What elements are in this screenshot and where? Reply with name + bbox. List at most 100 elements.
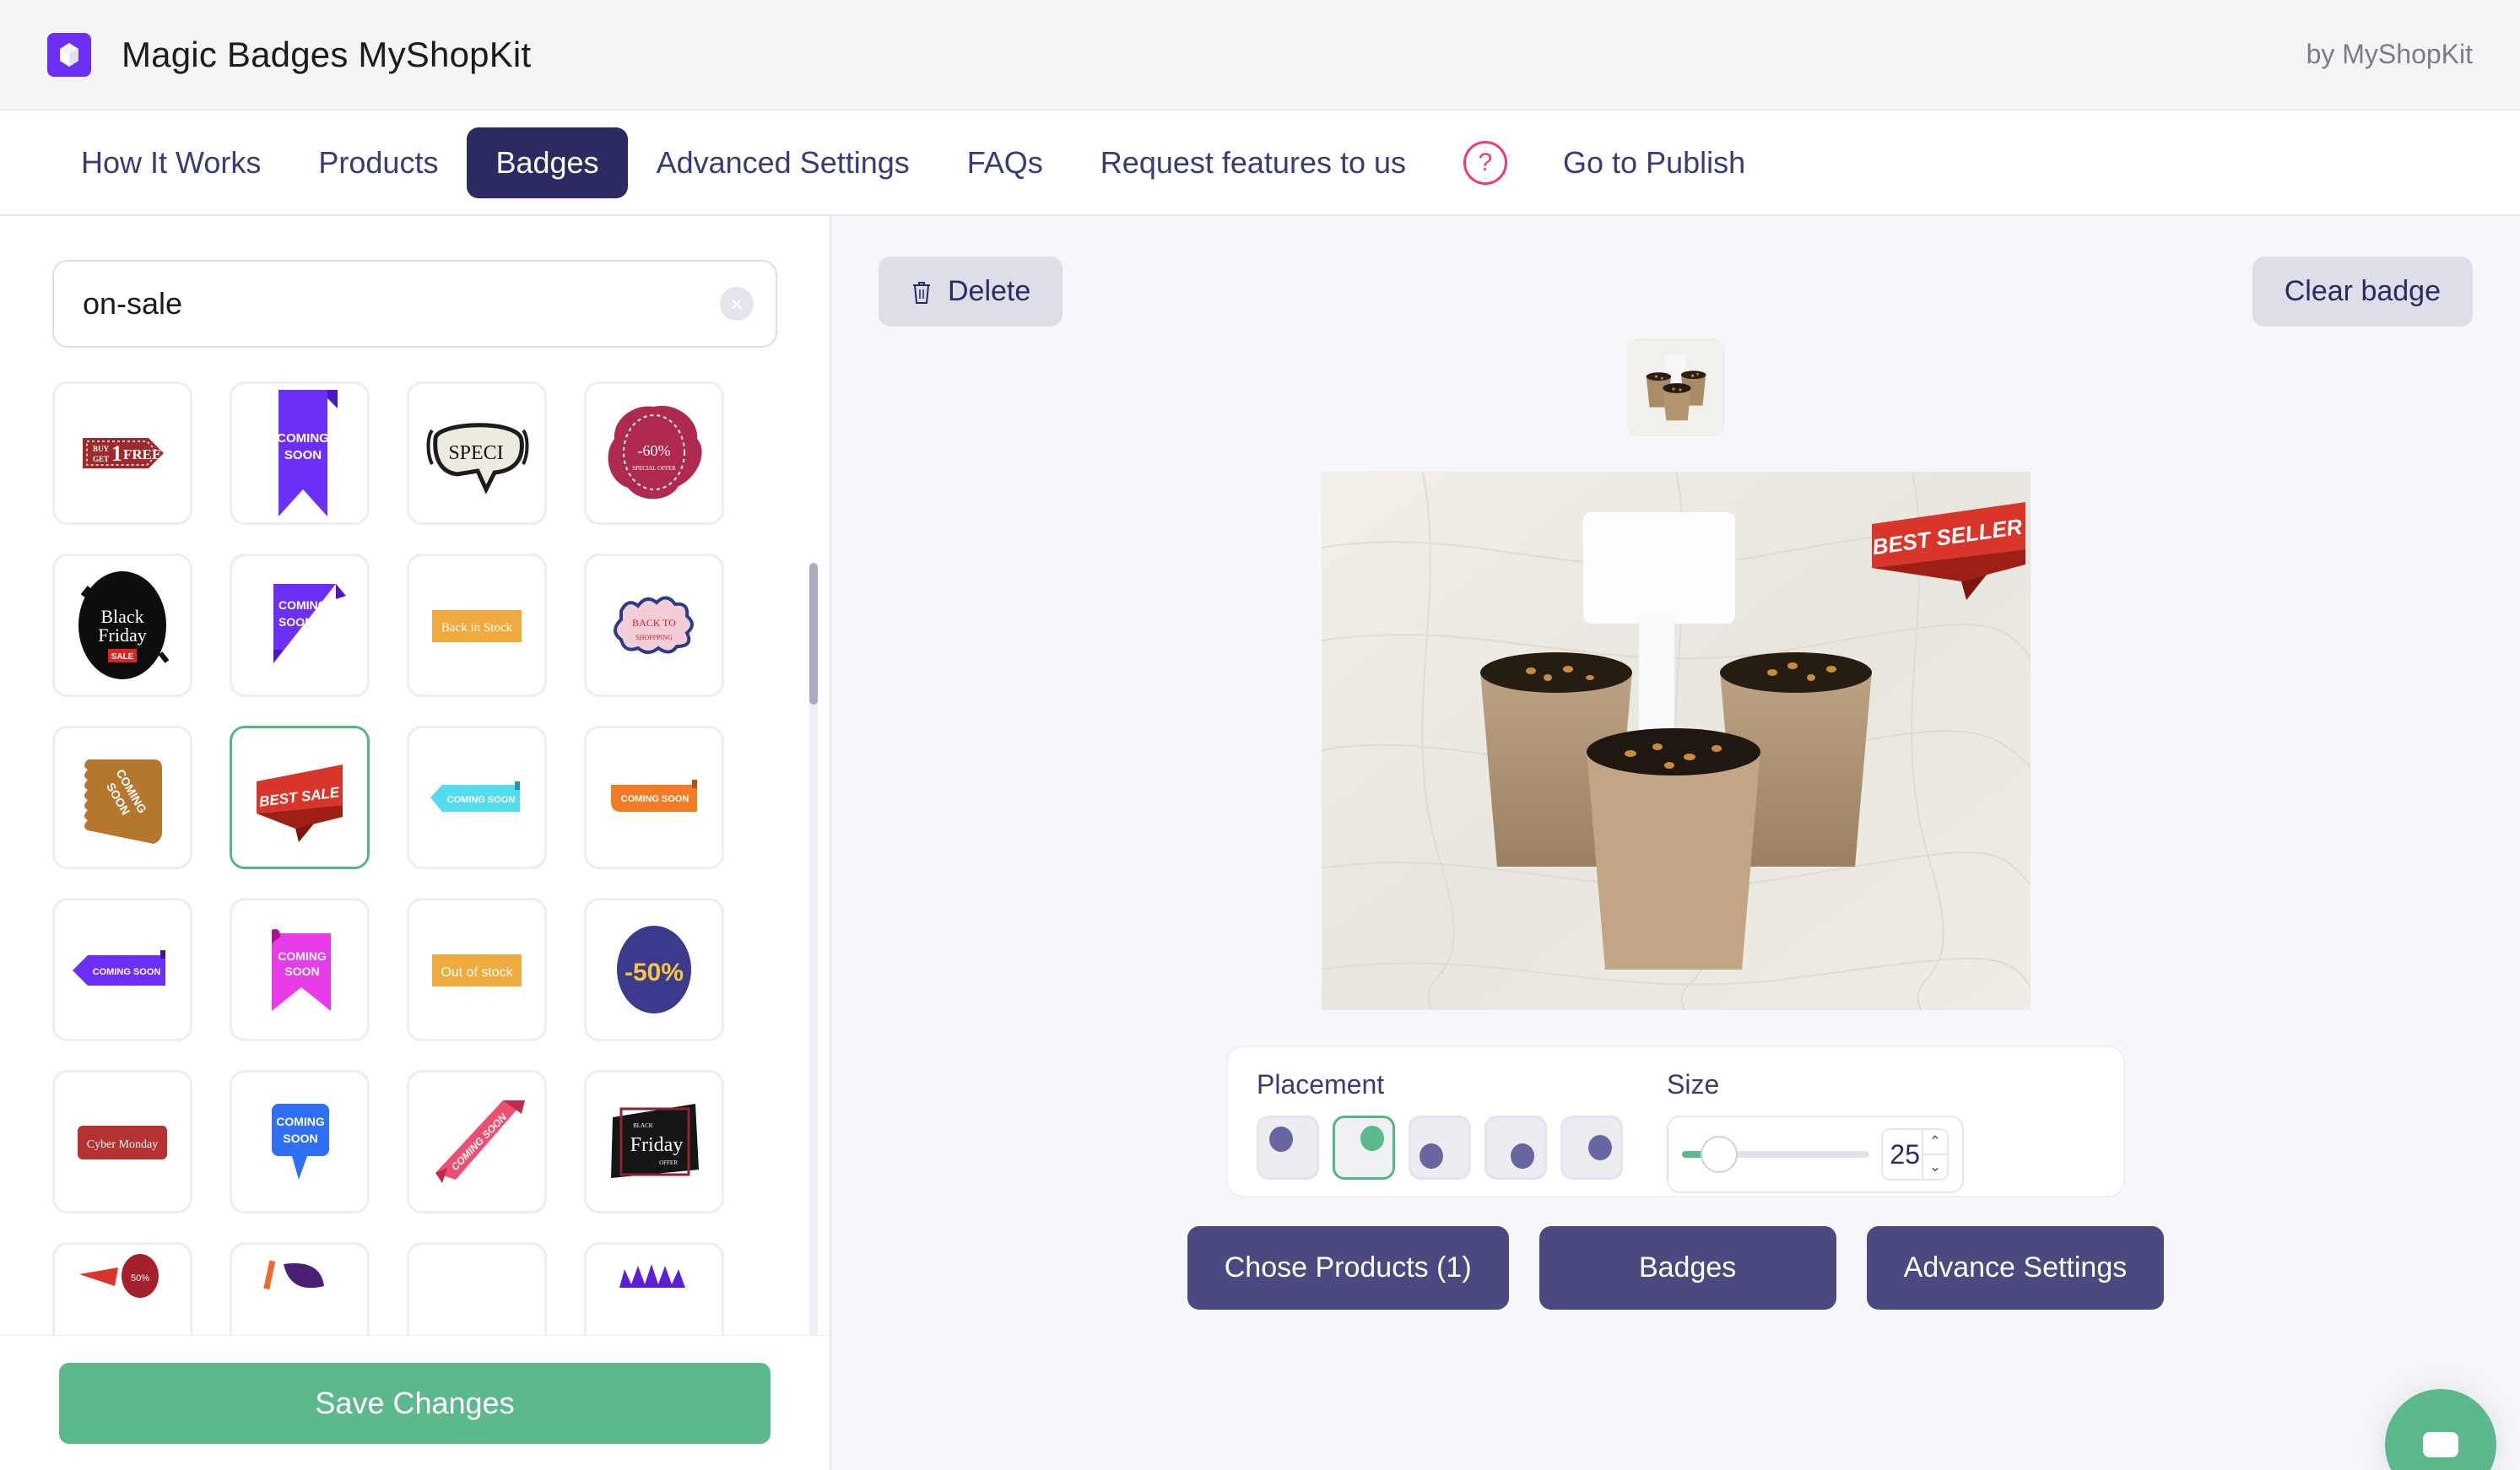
svg-text:COMING SOON: COMING SOON: [447, 795, 516, 805]
svg-text:COMING: COMING: [277, 431, 329, 446]
badge-coming-soon-purple-ribbon[interactable]: COMING SOON: [230, 381, 370, 525]
app-root: Magic Badges MyShopKit by MyShopKit How …: [0, 0, 2520, 1470]
product-thumbnail-seed-pots[interactable]: [1626, 338, 1725, 436]
badge-cyber-monday-red[interactable]: Cyber Monday: [52, 1070, 192, 1213]
badge-art: COMING SOON: [430, 781, 520, 812]
nav-item-badges[interactable]: Badges: [467, 127, 628, 198]
badge-art: -60% SPECIAL OFFER: [608, 405, 702, 500]
svg-text:BACK TO: BACK TO: [632, 617, 676, 629]
badge-coming-soon-pink-diagonal[interactable]: COMING SOON: [407, 1070, 547, 1213]
svg-text:COMING: COMING: [276, 1115, 325, 1128]
badge-art: [414, 1251, 540, 1335]
svg-text:50%: 50%: [131, 1273, 149, 1284]
badge-minus-50-percent-circle[interactable]: -50%: [584, 898, 724, 1041]
svg-text:SOON: SOON: [278, 615, 313, 629]
nav-item-advanced-settings[interactable]: Advanced Settings: [628, 127, 938, 198]
badge-preview-panel: Delete Clear badge BEST SELLER Placement…: [831, 216, 2520, 1470]
badge-coming-soon-brown-torn[interactable]: COMING SOON: [52, 726, 192, 869]
badge-art: Cyber Monday: [78, 1126, 167, 1159]
topbar: Magic Badges MyShopKit by MyShopKit: [0, 0, 2520, 111]
svg-text:Out of stock: Out of stock: [441, 965, 513, 980]
size-stepper-buttons: ⌃ ⌄: [1922, 1130, 1947, 1179]
badge-art: BUY GET 1 FREE: [83, 438, 164, 468]
svg-text:-60%: -60%: [638, 442, 671, 459]
badge-back-to-shopping-cloud[interactable]: BACK TO SHOPPPING: [584, 554, 724, 697]
nav-item-products[interactable]: Products: [289, 127, 467, 198]
size-slider[interactable]: [1682, 1136, 1869, 1173]
badge-art: COMING SOON: [73, 950, 165, 986]
chose-products-button[interactable]: Chose Products (1): [1187, 1226, 1509, 1310]
badge-art: COMING SOON: [272, 1104, 329, 1180]
product-preview-wrap: BEST SELLER: [1321, 472, 2031, 1010]
thumbnail-art: [1627, 339, 1724, 435]
badge-buy-1-get-1-free[interactable]: BUY GET 1 FREE: [52, 381, 192, 525]
placement-group: Placement: [1257, 1069, 1623, 1180]
badge-controls-card: Placement Size 25 ⌃ ⌄: [1226, 1046, 2125, 1197]
badge-special-offer-speech-bubble[interactable]: SPECI: [407, 381, 547, 525]
search-input[interactable]: [83, 286, 747, 322]
badge-art: [263, 1260, 324, 1290]
delete-button[interactable]: Delete: [879, 257, 1063, 327]
nav-item-go-to-publish[interactable]: Go to Publish: [1534, 127, 1774, 198]
svg-text:SHOPPPING: SHOPPPING: [635, 634, 673, 641]
save-changes-button[interactable]: Save Changes: [59, 1362, 771, 1444]
size-value[interactable]: 25: [1883, 1139, 1922, 1170]
placement-middle-right[interactable]: [1560, 1116, 1623, 1180]
badges-button[interactable]: Badges: [1538, 1226, 1836, 1310]
placement-bottom-left[interactable]: [1409, 1116, 1471, 1180]
advance-settings-button[interactable]: Advance Settings: [1866, 1226, 2165, 1310]
close-icon[interactable]: ×: [720, 287, 754, 321]
nav-item-faqs[interactable]: FAQs: [938, 127, 1072, 198]
main-navigation: How It Works Products Badges Advanced Se…: [0, 111, 2520, 216]
badge-purple-leaf-partial[interactable]: [230, 1242, 370, 1335]
badge-out-of-stock-orange[interactable]: Out of stock: [407, 898, 547, 1041]
badge-coming-soon-orange-tab[interactable]: COMING SOON: [584, 726, 724, 869]
page-title: Magic Badges MyShopKit: [122, 34, 532, 74]
badge-grid: BUY GET 1 FREE COMING SOON SPECI -60% SP…: [52, 381, 777, 1335]
badge-art: COMING SOON: [84, 759, 162, 844]
placement-dot: [1588, 1135, 1612, 1160]
svg-text:Back in Stock: Back in Stock: [441, 621, 513, 635]
badge-purple-starburst-partial[interactable]: [584, 1242, 724, 1335]
badge-art: COMING SOON: [273, 584, 346, 663]
size-control: 25 ⌃ ⌄: [1667, 1116, 1964, 1193]
slider-knob[interactable]: [1701, 1136, 1738, 1173]
svg-text:SALE: SALE: [111, 652, 134, 662]
nav-item-request-features[interactable]: Request features to us: [1072, 127, 1435, 198]
badge-black-friday-offer-frame[interactable]: BLACK Friday OFFER: [584, 1070, 724, 1213]
svg-text:FREE: FREE: [123, 446, 161, 462]
best-seller-red-banner: BEST SELLER: [1870, 502, 2025, 600]
size-stepper[interactable]: 25 ⌃ ⌄: [1881, 1128, 1949, 1181]
main-content: × BUY GET 1 FREE: [0, 216, 2520, 1470]
clear-badge-button[interactable]: Clear badge: [2252, 257, 2473, 327]
badge-coming-soon-blue-bubble[interactable]: COMING SOON: [230, 1070, 370, 1213]
badge-sale-50-percent-partial[interactable]: 50%: [52, 1242, 192, 1335]
badge-coming-soon-magenta-ribbon[interactable]: COMING SOON: [230, 898, 370, 1041]
badge-coming-soon-cyan-flag[interactable]: COMING SOON: [407, 726, 547, 869]
placement-top-right[interactable]: [1333, 1116, 1395, 1180]
chevron-up-icon[interactable]: ⌃: [1923, 1130, 1947, 1155]
badge-best-sale-red-banner[interactable]: BEST SALE: [230, 726, 370, 869]
svg-text:SPECI: SPECI: [448, 442, 503, 464]
placement-bottom-right[interactable]: [1484, 1116, 1547, 1180]
badge-coming-soon-corner-purple[interactable]: COMING SOON: [230, 554, 370, 697]
badge-scrollbar-thumb[interactable]: [809, 563, 818, 705]
gem-logo-icon: [47, 32, 91, 77]
placement-top-left[interactable]: [1257, 1116, 1319, 1180]
preview-area: BEST SELLER Placement Size 25 ⌃ ⌄ Chose …: [831, 327, 2520, 1470]
badge-back-in-stock-orange[interactable]: Back in Stock: [407, 554, 547, 697]
placement-dot: [1420, 1143, 1443, 1169]
question-mark-icon[interactable]: ?: [1463, 140, 1508, 185]
search-section: ×: [0, 216, 830, 348]
badge-minus-60-percent-stamp[interactable]: -60% SPECIAL OFFER: [584, 381, 724, 525]
badge-art: 50%: [79, 1254, 159, 1298]
size-label: Size: [1667, 1069, 1720, 1100]
clear-badge-label: Clear badge: [2284, 275, 2441, 307]
badge-grid-scroll-area[interactable]: BUY GET 1 FREE COMING SOON SPECI -60% SP…: [0, 348, 830, 1335]
badge-coming-soon-violet-arrow[interactable]: COMING SOON: [52, 898, 192, 1041]
badge-empty-partial[interactable]: [407, 1242, 547, 1335]
badge-black-friday-sale-brush[interactable]: Black Friday SALE: [52, 554, 192, 697]
nav-item-how-it-works[interactable]: How It Works: [52, 127, 289, 198]
chevron-down-icon[interactable]: ⌄: [1923, 1155, 1947, 1179]
svg-text:COMING: COMING: [278, 949, 327, 963]
